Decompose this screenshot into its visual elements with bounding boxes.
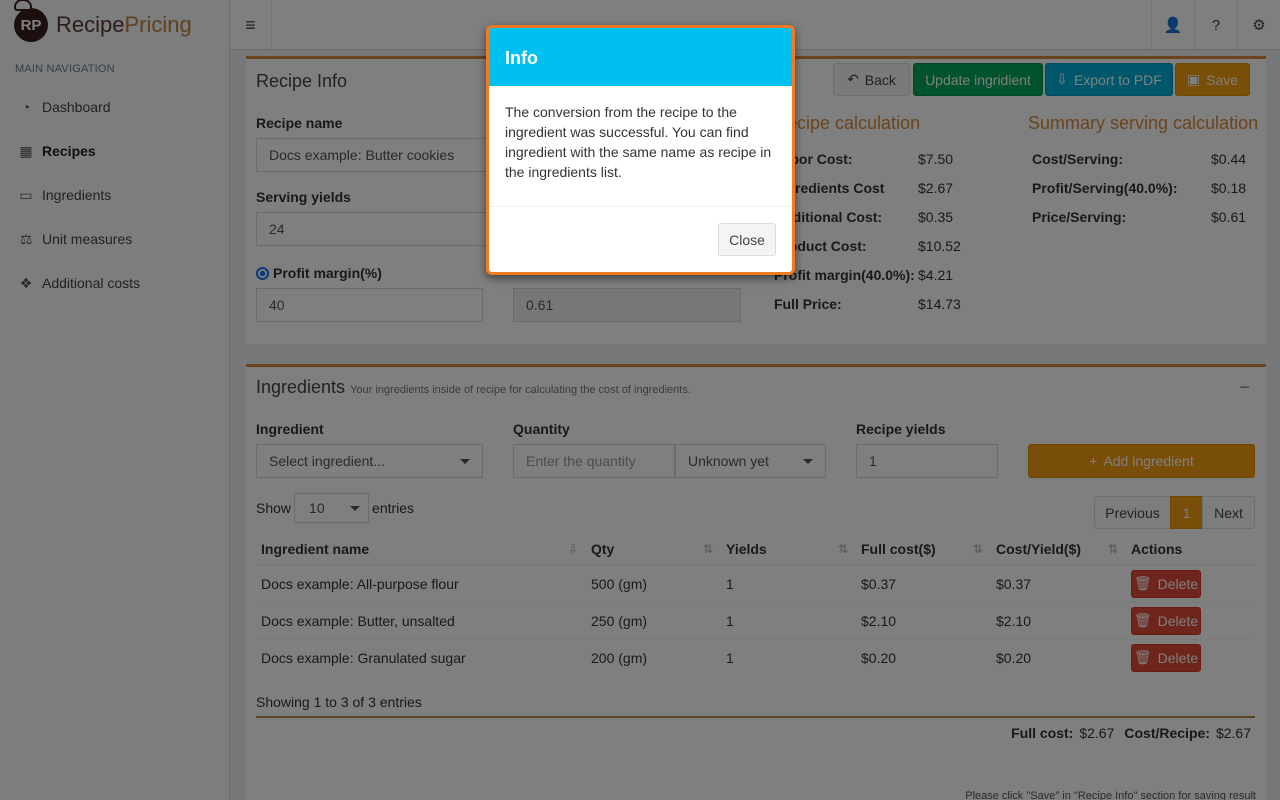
modal-title: Info — [489, 28, 792, 86]
close-button[interactable]: Close — [718, 223, 776, 256]
modal-footer: Close — [489, 207, 792, 272]
info-modal: Info The conversion from the recipe to t… — [486, 25, 795, 275]
modal-body: The conversion from the recipe to the in… — [489, 86, 792, 207]
